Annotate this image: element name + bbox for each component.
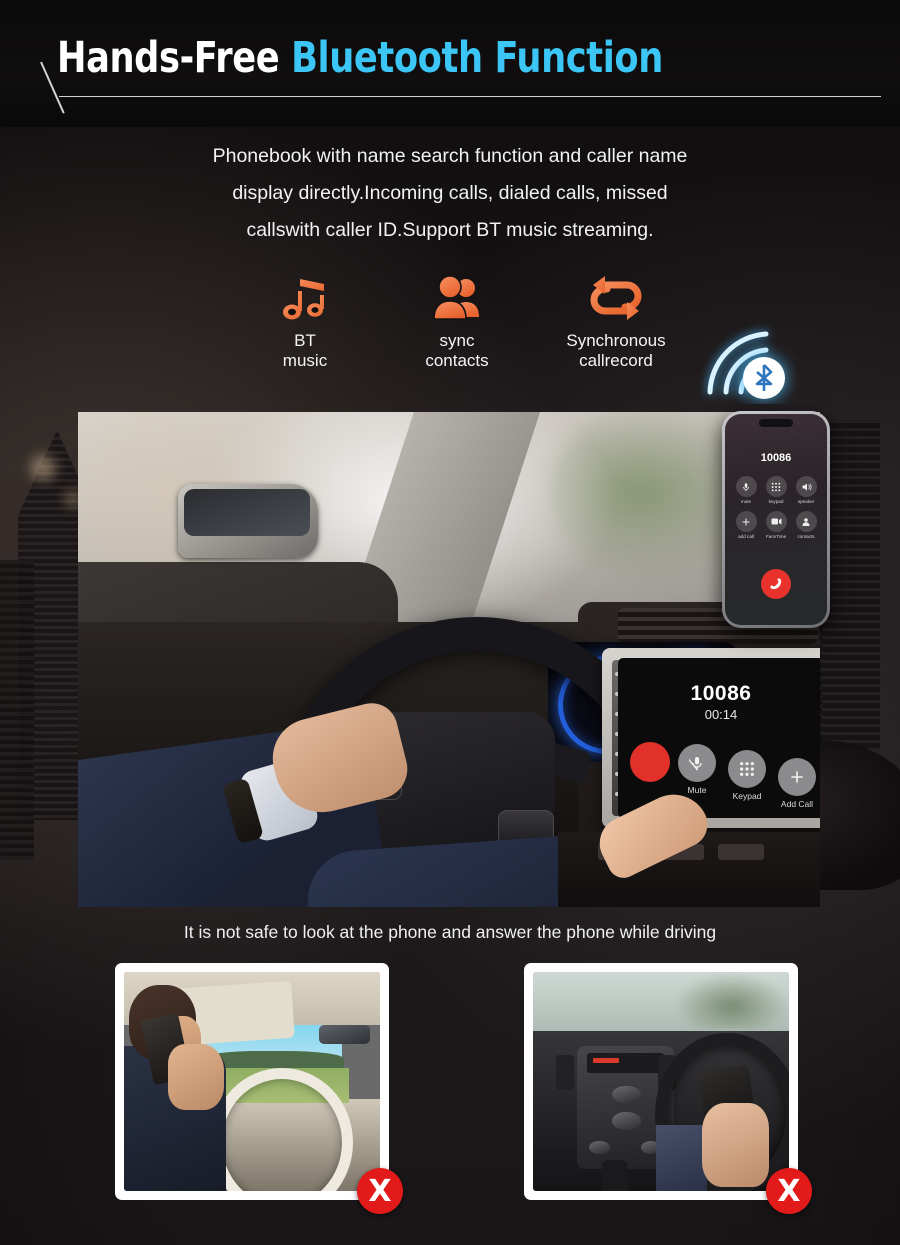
description-block: Phonebook with name search function and …	[0, 138, 900, 249]
head-unit-button-label: Add Call	[780, 799, 814, 809]
phone-mute-button[interactable]: mute	[733, 476, 759, 504]
description-line-3: callswith caller ID.Support BT music str…	[246, 219, 654, 241]
feature-label-line2: callrecord	[579, 351, 653, 370]
control-knob	[589, 1140, 610, 1154]
contacts-people-icon	[389, 270, 525, 326]
keypad-grid-icon	[765, 476, 787, 497]
warning-card-looking-at-phone: X	[524, 963, 812, 1214]
phone-add-call-button[interactable]: add call	[733, 511, 759, 539]
header-banner: Hands-Free Bluetooth Function	[0, 0, 900, 127]
music-note-icon	[237, 270, 373, 326]
control-knob	[612, 1112, 641, 1130]
keypad-grid-icon	[728, 750, 766, 788]
phone-notch	[759, 419, 793, 427]
photo-driver-looking-at-phone	[533, 972, 789, 1191]
speaker-icon	[795, 476, 817, 497]
driver-leg	[655, 1125, 708, 1191]
feature-label-line2: music	[282, 351, 328, 370]
head-unit-call-duration: 00:14	[704, 707, 738, 722]
facetime-video-icon	[765, 511, 787, 532]
description-line-2: display directly.Incoming calls, dialed …	[232, 182, 668, 204]
feature-sync-contacts: sync contacts	[389, 270, 525, 371]
feature-label-line1: Synchronous	[566, 331, 666, 350]
prohibited-x-badge: X	[357, 1168, 403, 1214]
phone-keypad-button[interactable]: keypad	[763, 476, 789, 504]
phone-speaker-button[interactable]: speaker	[793, 476, 819, 504]
phone-button-row: add call FaceTime contacts	[733, 511, 819, 539]
microphone-mute-icon	[678, 744, 716, 782]
phone-button-label: FaceTime	[765, 534, 787, 539]
console-button	[718, 844, 764, 860]
head-unit-button-label: Mute	[687, 785, 707, 795]
head-unit-caller-number: 10086	[690, 682, 752, 705]
sync-arrows-icon	[536, 270, 696, 326]
feature-label-line2: contacts	[425, 351, 489, 370]
rearview-mirror	[318, 1024, 370, 1045]
radio-display	[586, 1053, 664, 1073]
control-knob	[612, 1085, 641, 1104]
hero-photo-driver-using-head-unit: 10086 00:14 Mute Keypad Add Call	[78, 412, 820, 907]
bluetooth-signal-icon	[700, 320, 796, 404]
decorative-horizontal-rule	[59, 96, 881, 97]
feature-label-line1: BT	[294, 331, 316, 350]
phone-end-call-button[interactable]	[761, 569, 791, 599]
head-unit-call-screen[interactable]: 10086 00:14 Mute Keypad Add Call	[618, 658, 820, 818]
blurred-trees	[673, 972, 789, 1029]
driver-hand	[701, 1103, 769, 1187]
phone-contacts-button[interactable]: contacts	[793, 511, 819, 539]
phone-button-label: mute	[740, 499, 752, 504]
phone-button-label: keypad	[768, 499, 784, 504]
feature-label-line1: sync	[439, 331, 475, 350]
side-mirror	[178, 484, 318, 558]
safety-warning-text: It is not safe to look at the phone and …	[183, 922, 717, 942]
prohibited-x-badge: X	[766, 1168, 812, 1214]
phone-screen[interactable]: 10086 mute keypad speaker add call FaceT…	[725, 414, 827, 625]
phone-button-label: add call	[738, 534, 754, 539]
description-line-1: Phonebook with name search function and …	[212, 145, 688, 167]
head-unit-add-call-button[interactable]: Add Call	[776, 758, 818, 809]
head-unit-keypad-button[interactable]: Keypad	[726, 750, 768, 801]
bokeh-light	[30, 455, 56, 481]
page-title-cyan: Bluetooth Function	[291, 33, 663, 83]
photo-driver-holding-phone-to-ear	[124, 972, 380, 1191]
feature-synchronous-callrecord: Synchronous callrecord	[536, 270, 696, 371]
page-title-white: Hands-Free	[57, 33, 292, 83]
phone-button-row: mute keypad speaker	[733, 476, 819, 504]
microphone-mute-icon	[735, 476, 757, 497]
plus-icon	[735, 511, 757, 532]
feature-bt-music: BT music	[237, 270, 373, 371]
smartphone-call-screen-mockup: 10086 mute keypad speaker add call FaceT…	[722, 411, 830, 628]
phone-button-label: contacts	[797, 534, 815, 539]
driver-hand	[167, 1044, 224, 1110]
head-unit-button-label: Keypad	[732, 791, 762, 801]
warning-card-phone-to-ear: X	[115, 963, 403, 1214]
page-title: Hands-Free Bluetooth Function	[57, 33, 663, 83]
contact-person-icon	[795, 511, 817, 532]
head-unit-mute-button[interactable]: Mute	[676, 744, 718, 795]
phone-button-grid: mute keypad speaker add call FaceTime co…	[733, 476, 819, 546]
end-call-icon	[770, 578, 782, 590]
phone-facetime-button[interactable]: FaceTime	[763, 511, 789, 539]
phone-button-label: speaker	[797, 499, 815, 504]
building-silhouette	[0, 560, 34, 860]
plus-icon	[778, 758, 816, 796]
phone-caller-number: 10086	[760, 452, 792, 464]
gear-shifter	[602, 1160, 628, 1191]
air-vent	[556, 1055, 574, 1091]
